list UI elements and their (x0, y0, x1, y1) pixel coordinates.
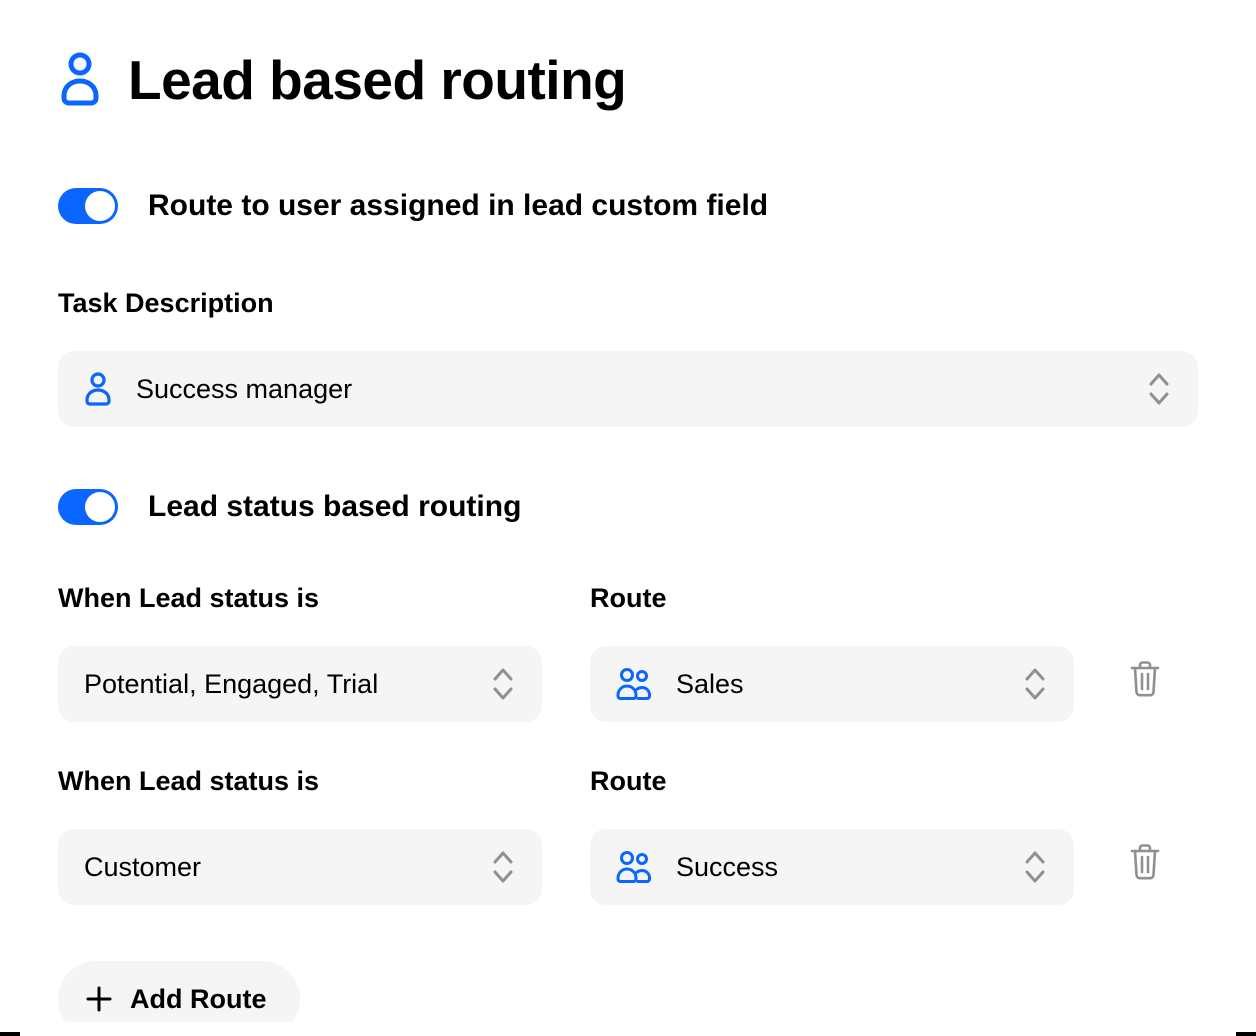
status-routing-toggle-row: Lead status based routing (58, 489, 1198, 525)
chevrons-up-down-icon (490, 665, 516, 703)
chevrons-up-down-icon (1022, 665, 1048, 703)
trash-icon (1128, 660, 1162, 698)
route-select[interactable]: Success (590, 829, 1074, 905)
users-icon (616, 667, 652, 701)
trash-icon (1128, 843, 1162, 881)
add-route-label: Add Route (130, 984, 266, 1015)
chevrons-up-down-icon (490, 848, 516, 886)
users-icon (616, 850, 652, 884)
lead-status-value: Potential, Engaged, Trial (84, 669, 378, 700)
page-title: Lead based routing (128, 48, 626, 112)
lead-status-select[interactable]: Customer (58, 829, 542, 905)
delete-rule-button[interactable] (1122, 656, 1168, 702)
route-value: Success (676, 852, 778, 883)
lead-routing-panel: Lead based routing Route to user assigne… (8, 8, 1248, 1022)
page-header: Lead based routing (58, 48, 1198, 112)
lead-status-label: When Lead status is (58, 766, 542, 797)
custom-field-routing-toggle-row: Route to user assigned in lead custom fi… (58, 188, 1198, 224)
delete-rule-button[interactable] (1122, 839, 1168, 885)
status-routing-toggle[interactable] (58, 489, 118, 525)
task-description-label: Task Description (58, 288, 1198, 319)
chevrons-up-down-icon (1146, 370, 1172, 408)
custom-field-routing-toggle[interactable] (58, 188, 118, 224)
plus-icon (84, 984, 114, 1014)
lead-status-select[interactable]: Potential, Engaged, Trial (58, 646, 542, 722)
user-icon (84, 372, 112, 406)
task-description-value: Success manager (136, 374, 352, 405)
route-select[interactable]: Sales (590, 646, 1074, 722)
status-routing-toggle-label: Lead status based routing (148, 490, 521, 524)
routing-rule-row: When Lead status is Potential, Engaged, … (58, 583, 1198, 722)
task-description-select[interactable]: Success manager (58, 351, 1198, 427)
route-value: Sales (676, 669, 744, 700)
lead-status-label: When Lead status is (58, 583, 542, 614)
route-label: Route (590, 766, 1074, 797)
routing-rule-row: When Lead status is Customer Route (58, 766, 1198, 905)
add-route-button[interactable]: Add Route (58, 961, 300, 1022)
custom-field-routing-toggle-label: Route to user assigned in lead custom fi… (148, 189, 768, 223)
route-label: Route (590, 583, 1074, 614)
user-icon (58, 52, 102, 108)
chevrons-up-down-icon (1022, 848, 1048, 886)
lead-status-value: Customer (84, 852, 201, 883)
